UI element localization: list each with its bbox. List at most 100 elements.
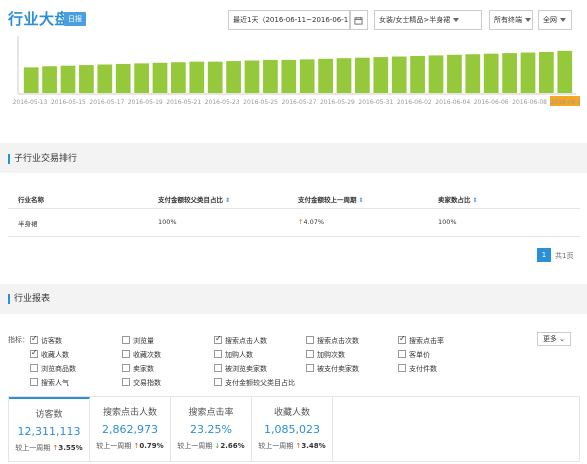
chart-bar[interactable]	[539, 51, 554, 93]
indicator-label-text: 搜索人气	[41, 379, 69, 387]
x-axis-tick-label: 2016-05-29	[320, 99, 355, 106]
chart-bar[interactable]	[281, 59, 297, 93]
chart-bar[interactable]	[171, 62, 186, 93]
chart-bar[interactable]	[60, 65, 76, 93]
indicator-checkbox[interactable]: 加购人数	[214, 350, 253, 360]
chart-bar[interactable]	[465, 54, 481, 93]
table-cell-ratio: 100%	[158, 218, 177, 226]
checkbox-checked-icon[interactable]	[30, 348, 38, 358]
checkbox-unchecked-icon[interactable]	[122, 364, 130, 372]
checkbox-unchecked-icon[interactable]	[122, 350, 130, 358]
indicator-label-text: 搜索点击人数	[225, 337, 267, 345]
chart-bar[interactable]	[520, 52, 536, 93]
checkbox-unchecked-icon[interactable]	[398, 364, 406, 372]
chart-bar[interactable]	[355, 57, 370, 93]
chart-bar[interactable]	[79, 65, 94, 93]
col-header-seller-ratio[interactable]: 卖家数占比 ⇕	[438, 194, 478, 204]
chart-bar[interactable]	[263, 59, 278, 93]
indicator-label-text: 浏览商品数	[41, 365, 76, 373]
checkbox-checked-icon[interactable]	[30, 334, 38, 344]
category-select[interactable]: 女装/女士精品>半身裙	[374, 10, 482, 30]
indicator-checkbox[interactable]: 搜索点击人数	[214, 334, 267, 346]
x-axis-tick-label: 2016-05-23	[205, 99, 240, 106]
indicator-label-text: 浏览量	[133, 337, 154, 345]
sort-icon[interactable]: ⇕	[473, 197, 478, 204]
metric-card-title: 收藏人数	[273, 408, 310, 418]
metric-card-title: 搜索点击率	[188, 408, 234, 418]
indicator-checkbox[interactable]: 被支付卖家数	[306, 364, 359, 374]
checkbox-unchecked-icon[interactable]	[214, 378, 222, 386]
chart-bar[interactable]	[42, 66, 57, 93]
chart-bar[interactable]	[244, 60, 260, 93]
chart-bar[interactable]	[134, 63, 149, 93]
terminal-select[interactable]: 所有终端	[489, 10, 533, 30]
table-cell-name[interactable]: 半身裙	[18, 218, 38, 228]
checkbox-unchecked-icon[interactable]	[30, 378, 38, 386]
col-header-ratio[interactable]: 支付金额较父类目占比 ⇕	[158, 194, 230, 204]
chart-bar[interactable]	[97, 64, 113, 94]
chart-bar[interactable]	[318, 58, 333, 93]
checkbox-unchecked-icon[interactable]	[30, 364, 38, 372]
chart-bar[interactable]	[115, 63, 131, 93]
metric-card[interactable]: 访客数 12,311,113 较上一周期 ↑3.55%	[9, 397, 90, 461]
chart-bar[interactable]	[207, 61, 223, 93]
checkbox-checked-icon[interactable]	[214, 334, 222, 344]
chart-bar[interactable]	[557, 50, 573, 93]
checkbox-unchecked-icon[interactable]	[122, 378, 130, 386]
indicator-label-text: 加购次数	[317, 351, 345, 359]
chart-bar[interactable]	[336, 58, 352, 93]
chart-bar[interactable]	[226, 61, 241, 93]
chart-bar[interactable]	[483, 53, 499, 93]
indicator-checkbox[interactable]: 浏览量	[122, 336, 154, 346]
checkbox-unchecked-icon[interactable]	[306, 350, 314, 358]
indicator-checkbox[interactable]: 客单价	[398, 350, 430, 360]
chart-bar[interactable]	[428, 55, 444, 93]
chart-bar[interactable]	[189, 61, 205, 93]
col-header-change[interactable]: 支付金额较上一周期 ⇕	[298, 194, 364, 204]
calendar-button[interactable]	[350, 10, 368, 30]
indicator-checkbox[interactable]: 搜索点击次数	[306, 336, 359, 346]
chart-bar[interactable]	[502, 53, 517, 93]
checkbox-unchecked-icon[interactable]	[306, 364, 314, 372]
indicator-checkbox[interactable]: 支付金额较父类目占比	[214, 378, 295, 388]
indicator-checkbox[interactable]: 收藏次数	[122, 350, 161, 360]
indicator-checkbox[interactable]: 被浏览卖家数	[214, 364, 267, 374]
x-axis-tick-label: 2016-05-15	[51, 99, 86, 106]
indicator-checkbox[interactable]: 支付件数	[398, 364, 437, 374]
pagination-page-1[interactable]: 1	[537, 248, 551, 262]
chart-bar[interactable]	[391, 56, 407, 93]
chart-bar[interactable]	[410, 55, 425, 93]
indicator-checkbox[interactable]: 交易指数	[122, 378, 161, 388]
scope-select[interactable]: 全网	[538, 10, 572, 30]
checkbox-unchecked-icon[interactable]	[214, 364, 222, 372]
chart-bar[interactable]	[152, 62, 168, 93]
chart-bar[interactable]	[373, 57, 389, 93]
indicator-checkbox[interactable]: 收藏人数	[30, 348, 69, 360]
indicator-checkbox[interactable]: 加购次数	[306, 350, 345, 360]
report-type-badge[interactable]: 日报	[64, 12, 86, 26]
more-button-label: 更多	[542, 335, 557, 343]
checkbox-unchecked-icon[interactable]	[306, 336, 314, 344]
chart-bar[interactable]	[447, 54, 462, 93]
checkbox-unchecked-icon[interactable]	[122, 336, 130, 344]
indicator-checkbox[interactable]: 浏览商品数	[30, 364, 76, 374]
indicator-checkbox[interactable]: 访客数	[30, 334, 62, 346]
indicator-checkbox[interactable]: 搜索点击率	[398, 334, 444, 346]
metric-card[interactable]: 收藏人数 1,085,023 较上一周期 ↑3.48%	[252, 397, 333, 461]
checkbox-unchecked-icon[interactable]	[214, 350, 222, 358]
sort-icon[interactable]: ⇕	[359, 197, 364, 204]
sort-icon[interactable]: ⇕	[225, 197, 230, 204]
metric-card-compare-value: 2.66%	[220, 442, 245, 450]
indicator-checkbox[interactable]: 卖家数	[122, 364, 154, 374]
more-button[interactable]: 更多 ⌄	[537, 332, 571, 346]
col-header-change-label: 支付金额较上一周期	[298, 196, 357, 204]
checkbox-checked-icon[interactable]	[398, 334, 406, 344]
checkbox-unchecked-icon[interactable]	[398, 350, 406, 358]
metric-card[interactable]: 搜索点击人数 2,862,973 较上一周期 ↑0.79%	[90, 397, 171, 461]
indicator-checkbox[interactable]: 搜索人气	[30, 378, 69, 388]
date-range-select[interactable]: 最近1天（2016-06-11~2016-06-11）	[228, 10, 350, 30]
chart-bar[interactable]	[299, 59, 315, 93]
table-cell-change: ↑4.07%	[298, 218, 324, 226]
chart-bar[interactable]	[23, 67, 39, 93]
metric-card[interactable]: 搜索点击率 23.25% 较上一周期 ↓2.66%	[171, 397, 252, 461]
